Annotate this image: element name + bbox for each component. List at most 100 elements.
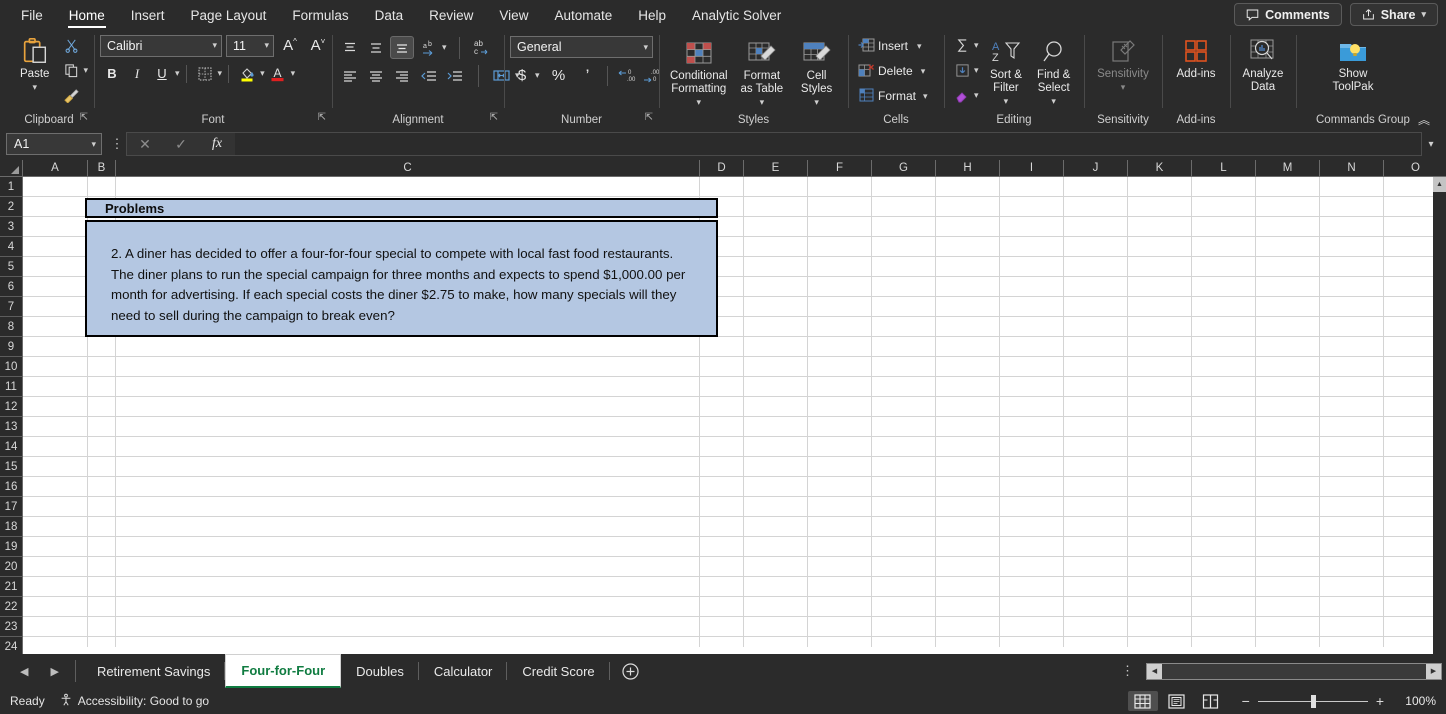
- row-header-1[interactable]: 1: [0, 177, 23, 197]
- insert-cells-button[interactable]: Insert ▾: [854, 34, 926, 58]
- confirm-entry-button[interactable]: ✓: [163, 132, 199, 156]
- align-bottom-button[interactable]: [390, 36, 414, 59]
- fill-button[interactable]: [950, 59, 974, 82]
- add-sheet-button[interactable]: [610, 654, 651, 688]
- chevron-down-icon[interactable]: ▾: [974, 65, 979, 76]
- menu-item-automate[interactable]: Automate: [541, 4, 625, 26]
- row-header-6[interactable]: 6: [0, 277, 23, 297]
- number-dialog-launcher-icon[interactable]: ⇱: [645, 110, 653, 126]
- row-header-18[interactable]: 18: [0, 517, 23, 537]
- menu-item-help[interactable]: Help: [625, 4, 679, 26]
- column-header-e[interactable]: E: [744, 160, 808, 177]
- cell-styles-button[interactable]: Cell Styles ▾: [791, 34, 842, 111]
- show-toolpak-button[interactable]: Show ToolPak: [1320, 32, 1386, 96]
- font-dialog-launcher-icon[interactable]: ⇱: [318, 110, 326, 126]
- alignment-dialog-launcher-icon[interactable]: ⇱: [490, 110, 498, 126]
- row-header-10[interactable]: 10: [0, 357, 23, 377]
- format-cells-button[interactable]: Format ▾: [854, 84, 932, 108]
- autosum-button[interactable]: [950, 34, 974, 57]
- row-header-11[interactable]: 11: [0, 377, 23, 397]
- chevron-down-icon[interactable]: ▾: [1121, 81, 1126, 94]
- chevron-down-icon[interactable]: ▾: [83, 65, 88, 76]
- column-header-j[interactable]: J: [1064, 160, 1128, 177]
- sheet-tab-retirement-savings[interactable]: Retirement Savings: [82, 654, 226, 688]
- formula-input[interactable]: [235, 132, 1422, 156]
- clipboard-dialog-launcher-icon[interactable]: ⇱: [80, 110, 88, 126]
- column-header-d[interactable]: D: [700, 160, 744, 177]
- chevron-down-icon[interactable]: ▾: [974, 90, 979, 101]
- currency-format-button[interactable]: $: [510, 64, 534, 87]
- paste-button[interactable]: Paste ▾: [10, 32, 59, 96]
- column-header-i[interactable]: I: [1000, 160, 1064, 177]
- row-header-2[interactable]: 2: [0, 197, 23, 217]
- row-header-23[interactable]: 23: [0, 617, 23, 637]
- zoom-in-button[interactable]: +: [1376, 693, 1384, 709]
- analyze-data-button[interactable]: Analyze Data: [1236, 32, 1290, 96]
- font-color-button[interactable]: A: [266, 62, 290, 85]
- orientation-button[interactable]: ab: [416, 36, 440, 59]
- align-right-button[interactable]: [390, 64, 414, 87]
- menu-item-file[interactable]: File: [8, 4, 56, 26]
- row-header-20[interactable]: 20: [0, 557, 23, 577]
- column-header-k[interactable]: K: [1128, 160, 1192, 177]
- decrease-font-size-button[interactable]: A˅: [306, 34, 330, 57]
- number-format-select[interactable]: General ▾: [510, 36, 653, 58]
- row-header-15[interactable]: 15: [0, 457, 23, 477]
- copy-button[interactable]: [59, 59, 83, 82]
- conditional-formatting-button[interactable]: Conditional Formatting ▾: [665, 34, 733, 111]
- align-middle-button[interactable]: [364, 36, 388, 59]
- decrease-indent-button[interactable]: [416, 64, 440, 87]
- sheet-options-icon[interactable]: ⋮: [1115, 663, 1140, 679]
- share-button[interactable]: Share ▾: [1349, 3, 1438, 26]
- chevron-down-icon[interactable]: ▾: [1421, 9, 1426, 20]
- comments-button[interactable]: Comments: [1234, 3, 1342, 26]
- menu-item-view[interactable]: View: [486, 4, 541, 26]
- clear-button[interactable]: [950, 84, 974, 107]
- chevron-down-icon[interactable]: ▾: [1004, 95, 1009, 108]
- font-size-select[interactable]: 11 ▾: [226, 34, 274, 57]
- wrap-text-button[interactable]: ab c: [470, 36, 494, 59]
- add-ins-button[interactable]: Add-ins: [1168, 32, 1224, 83]
- column-header-n[interactable]: N: [1320, 160, 1384, 177]
- cell-problems-header[interactable]: Problems: [85, 198, 718, 218]
- row-header-14[interactable]: 14: [0, 437, 23, 457]
- horizontal-scroll-track[interactable]: [1162, 663, 1426, 679]
- column-header-h[interactable]: H: [936, 160, 1000, 177]
- format-as-table-button[interactable]: Format as Table ▾: [733, 34, 792, 111]
- column-header-b[interactable]: B: [88, 160, 116, 177]
- chevron-down-icon[interactable]: ▾: [1051, 95, 1056, 108]
- cancel-entry-button[interactable]: ✕: [127, 132, 163, 156]
- next-sheet-icon[interactable]: ▶: [50, 665, 58, 678]
- column-header-o[interactable]: O: [1384, 160, 1446, 177]
- column-header-f[interactable]: F: [808, 160, 872, 177]
- zoom-level[interactable]: 100%: [1396, 694, 1436, 708]
- row-header-7[interactable]: 7: [0, 297, 23, 317]
- chevron-down-icon[interactable]: ▾: [974, 40, 979, 51]
- row-header-8[interactable]: 8: [0, 317, 23, 337]
- percent-format-button[interactable]: %: [547, 64, 571, 87]
- sheet-tab-doubles[interactable]: Doubles: [341, 654, 419, 688]
- page-layout-view-button[interactable]: [1162, 691, 1192, 711]
- cut-button[interactable]: [59, 34, 83, 57]
- row-header-4[interactable]: 4: [0, 237, 23, 257]
- previous-sheet-icon[interactable]: ◀: [20, 665, 28, 678]
- select-all-button[interactable]: [0, 160, 23, 177]
- chevron-down-icon[interactable]: ▾: [697, 96, 702, 109]
- menu-item-data[interactable]: Data: [362, 4, 417, 26]
- chevron-down-icon[interactable]: ▾: [643, 42, 648, 53]
- collapse-ribbon-icon[interactable]: ︽: [1418, 112, 1430, 128]
- row-header-17[interactable]: 17: [0, 497, 23, 517]
- row-header-3[interactable]: 3: [0, 217, 23, 237]
- chevron-down-icon[interactable]: ▾: [260, 68, 265, 79]
- italic-button[interactable]: I: [125, 62, 149, 85]
- column-header-l[interactable]: L: [1192, 160, 1256, 177]
- sheet-tab-credit-score[interactable]: Credit Score: [507, 654, 610, 688]
- menu-item-insert[interactable]: Insert: [118, 4, 178, 26]
- row-header-24[interactable]: 24: [0, 637, 23, 654]
- sheet-tab-calculator[interactable]: Calculator: [419, 654, 508, 688]
- format-painter-button[interactable]: [59, 84, 83, 107]
- name-box[interactable]: A1 ▾: [6, 133, 102, 155]
- normal-view-button[interactable]: [1127, 691, 1158, 711]
- zoom-thumb[interactable]: [1310, 694, 1316, 708]
- column-header-a[interactable]: A: [23, 160, 88, 177]
